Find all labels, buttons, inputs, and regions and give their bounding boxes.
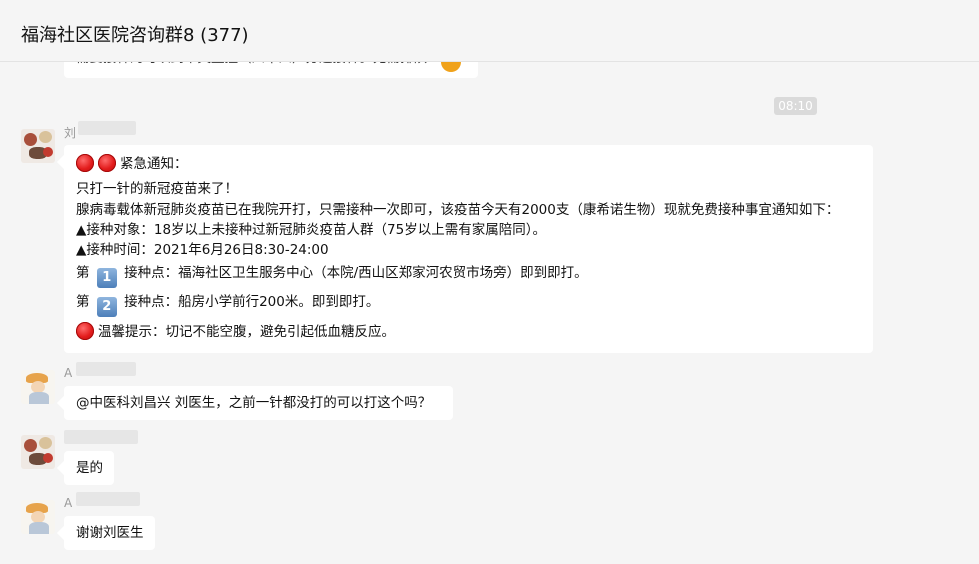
- chat-header: 福海社区医院咨询群8 (377): [0, 0, 979, 62]
- red-circle-icon: [76, 322, 94, 340]
- announcement-line: ▲接种时间：2021年6月26日8:30-24:00: [76, 242, 329, 258]
- sender-name: A: [64, 366, 73, 380]
- announcement-line: 第 2 接种点：船房小学前行200米。即到即打。: [76, 292, 379, 317]
- avatar[interactable]: [21, 500, 55, 534]
- announcement-line: 温馨提示：切记不能空腹，避免引起低血糖反应。: [76, 322, 395, 342]
- announcement-line: 第 1 接种点：福海社区卫生服务中心（本院/西山区郑家河农贸市场旁）即到即打。: [76, 263, 588, 288]
- timestamp: 08:10: [774, 97, 817, 115]
- red-circle-icon: [76, 154, 94, 172]
- message-bubble-announcement[interactable]: 紧急通知： 只打一针的新冠疫苗来了！ 腺病毒载体新冠肺炎疫苗已在我院开打，只需接…: [64, 145, 873, 353]
- announcement-line: 腺病毒载体新冠肺炎疫苗已在我院开打，只需接种一次即可，该疫苗今天有2000支（康…: [76, 202, 840, 218]
- sender-name-redacted: [76, 492, 140, 506]
- sender-name-redacted: [64, 430, 138, 444]
- announcement-line: 只打一针的新冠疫苗来了！: [76, 181, 238, 197]
- announcement-title: 紧急通知：: [76, 154, 188, 174]
- message-bubble[interactable]: 是的: [64, 451, 114, 485]
- sender-name-redacted: [76, 362, 136, 376]
- chat-area: 需要接种的可以到中央监控（四十四）分遮接种。无需排队 08:10 刘 紧急通知：…: [0, 0, 979, 564]
- sender-name: A: [64, 496, 73, 510]
- announcement-line: ▲接种对象：18岁以上未接种过新冠肺炎疫苗人群（75岁以上需有家属陪同）。: [76, 222, 546, 238]
- message-text: 谢谢刘医生: [76, 525, 144, 541]
- red-circle-icon: [98, 154, 116, 172]
- avatar[interactable]: [21, 129, 55, 163]
- sender-name-redacted: [78, 121, 136, 135]
- message-text: 是的: [76, 460, 103, 476]
- avatar[interactable]: [21, 370, 55, 404]
- group-title[interactable]: 福海社区医院咨询群8 (377): [21, 21, 249, 47]
- message-bubble[interactable]: @中医科刘昌兴 刘医生，之前一针都没打的可以打这个吗？: [64, 386, 453, 420]
- sender-name: 刘: [64, 126, 77, 140]
- avatar[interactable]: [21, 435, 55, 469]
- message-text: @中医科刘昌兴 刘医生，之前一针都没打的可以打这个吗？: [76, 395, 432, 411]
- keycap-two-icon: 2: [96, 297, 117, 317]
- keycap-one-icon: 1: [96, 268, 117, 288]
- message-bubble[interactable]: 谢谢刘医生: [64, 516, 155, 550]
